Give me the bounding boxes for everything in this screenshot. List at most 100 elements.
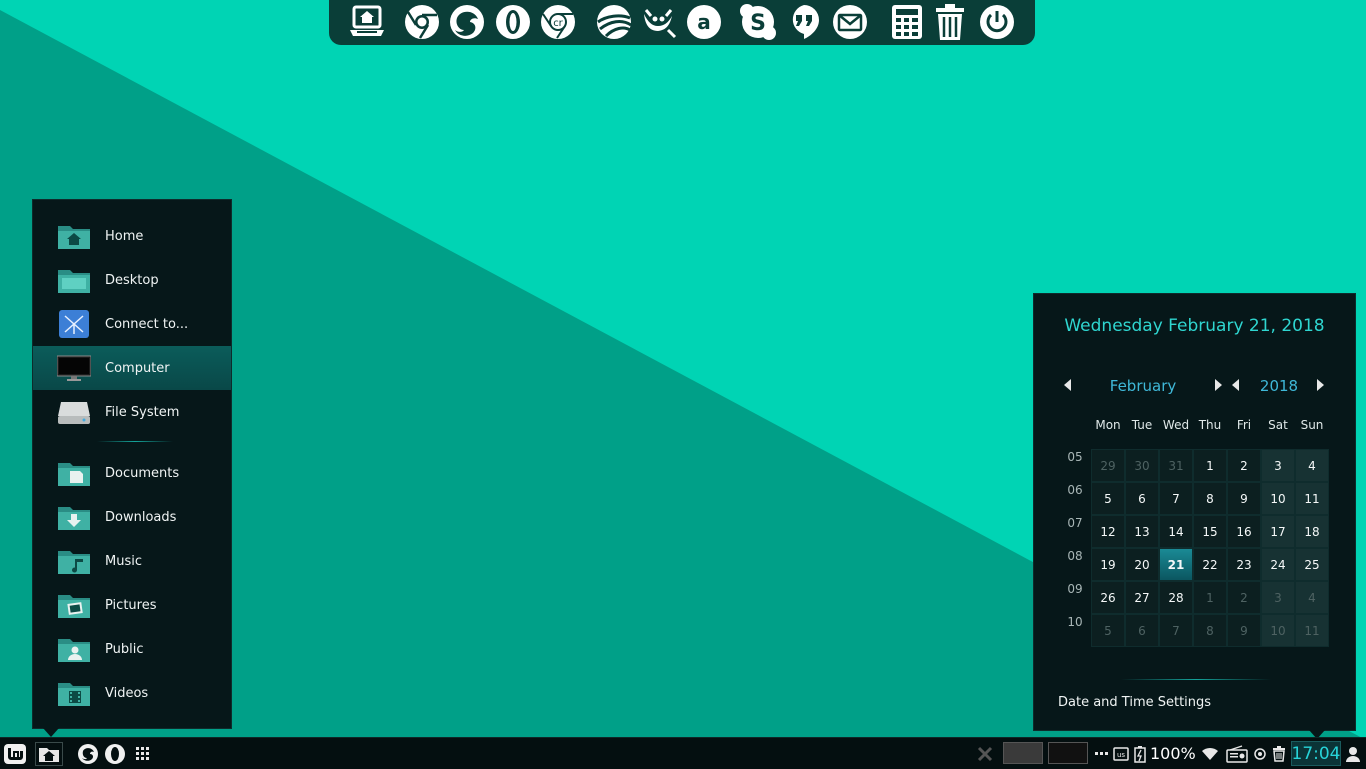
prev-month-button[interactable] xyxy=(1064,379,1071,391)
calendar-day[interactable]: 10 xyxy=(1261,614,1295,647)
place-connect-to[interactable]: Connect to... xyxy=(33,302,231,346)
firefox-icon[interactable] xyxy=(447,2,487,42)
calendar-day[interactable]: 7 xyxy=(1159,482,1193,515)
place-file-system[interactable]: File System xyxy=(33,390,231,434)
power-icon[interactable] xyxy=(977,2,1017,42)
calendar-day[interactable]: 25 xyxy=(1295,548,1329,581)
keyboard-icon[interactable]: us xyxy=(1113,742,1129,766)
calendar-day[interactable]: 27 xyxy=(1125,581,1159,614)
calendar-day[interactable]: 9 xyxy=(1227,482,1261,515)
calendar-day[interactable]: 2 xyxy=(1227,581,1261,614)
calendar-day[interactable]: 8 xyxy=(1193,482,1227,515)
next-year-button[interactable] xyxy=(1317,379,1324,391)
trash-icon[interactable] xyxy=(930,2,970,42)
places-menu: Home Desktop Connect to... Computer File… xyxy=(32,199,232,737)
calendar-day[interactable]: 4 xyxy=(1295,581,1329,614)
workspace-2[interactable] xyxy=(1048,742,1088,764)
calendar-day[interactable]: 5 xyxy=(1091,614,1125,647)
calendar-day[interactable]: 12 xyxy=(1091,515,1125,548)
day-name: Fri xyxy=(1236,418,1252,432)
place-desktop[interactable]: Desktop xyxy=(33,258,231,302)
calendar-day[interactable]: 18 xyxy=(1295,515,1329,548)
gimp-icon[interactable] xyxy=(638,2,678,42)
calendar-day[interactable]: 10 xyxy=(1261,482,1295,515)
calendar-day[interactable]: 26 xyxy=(1091,581,1125,614)
x-icon[interactable] xyxy=(976,742,994,766)
day-name: Mon xyxy=(1095,418,1121,432)
documents-folder-icon xyxy=(57,459,91,487)
skype-icon[interactable]: S xyxy=(738,2,778,42)
next-month-button[interactable] xyxy=(1215,379,1222,391)
calendar-day-today[interactable]: 21 xyxy=(1159,548,1193,581)
calendar-year: 2018 xyxy=(1259,377,1299,395)
calendar-day[interactable]: 28 xyxy=(1159,581,1193,614)
trash-icon[interactable] xyxy=(1271,742,1287,766)
pictures-folder-icon xyxy=(57,591,91,619)
place-downloads[interactable]: Downloads xyxy=(33,495,231,539)
calendar-day[interactable]: 11 xyxy=(1295,482,1329,515)
place-videos[interactable]: Videos xyxy=(33,671,231,715)
calendar-day[interactable]: 13 xyxy=(1125,515,1159,548)
opera-icon[interactable] xyxy=(103,742,127,766)
calendar-day[interactable]: 29 xyxy=(1091,449,1125,482)
calendar-day[interactable]: 15 xyxy=(1193,515,1227,548)
calendar-day[interactable]: 3 xyxy=(1261,581,1295,614)
calendar-day[interactable]: 6 xyxy=(1125,482,1159,515)
chrome-os-icon[interactable]: cr xyxy=(538,2,578,42)
panel-clock[interactable]: 17:04 xyxy=(1291,741,1341,766)
date-time-settings-link[interactable]: Date and Time Settings xyxy=(1058,695,1211,710)
user-icon[interactable] xyxy=(1344,742,1362,766)
app-dock: cr a S xyxy=(329,0,1035,45)
calendar-day[interactable]: 1 xyxy=(1193,449,1227,482)
place-home[interactable]: Home xyxy=(33,214,231,258)
place-music[interactable]: Music xyxy=(33,539,231,583)
place-label: Downloads xyxy=(105,509,177,525)
place-documents[interactable]: Documents xyxy=(33,451,231,495)
wifi-icon[interactable] xyxy=(1201,742,1219,766)
place-pictures[interactable]: Pictures xyxy=(33,583,231,627)
calendar-day[interactable]: 6 xyxy=(1125,614,1159,647)
calendar-day[interactable]: 9 xyxy=(1227,614,1261,647)
place-label: Videos xyxy=(105,685,149,701)
hangouts-icon[interactable] xyxy=(784,2,824,42)
calendar-day[interactable]: 30 xyxy=(1125,449,1159,482)
amazon-icon[interactable]: a xyxy=(684,2,724,42)
radio-icon[interactable] xyxy=(1225,742,1249,766)
calendar-day[interactable]: 19 xyxy=(1091,548,1125,581)
battery-icon[interactable] xyxy=(1131,742,1149,766)
calendar-day[interactable]: 5 xyxy=(1091,482,1125,515)
prev-year-button[interactable] xyxy=(1232,379,1239,391)
calculator-icon[interactable] xyxy=(887,2,927,42)
media-icon[interactable] xyxy=(1253,742,1267,766)
calendar-day[interactable]: 20 xyxy=(1125,548,1159,581)
calendar-day[interactable]: 14 xyxy=(1159,515,1193,548)
calendar-day[interactable]: 22 xyxy=(1193,548,1227,581)
calendar-day[interactable]: 11 xyxy=(1295,614,1329,647)
calendar-day[interactable]: 3 xyxy=(1261,449,1295,482)
home-laptop-icon[interactable] xyxy=(347,2,387,42)
place-computer[interactable]: Computer xyxy=(33,346,231,390)
chromium-icon[interactable] xyxy=(402,2,442,42)
mint-menu-icon[interactable] xyxy=(2,742,28,766)
calendar-day[interactable]: 4 xyxy=(1295,449,1329,482)
desktop-folder-icon xyxy=(57,266,91,294)
home-folder-icon[interactable] xyxy=(35,742,63,766)
calendar-day[interactable]: 17 xyxy=(1261,515,1295,548)
calendar-day[interactable]: 7 xyxy=(1159,614,1193,647)
calendar-day[interactable]: 24 xyxy=(1261,548,1295,581)
more-dots-icon[interactable] xyxy=(1094,742,1110,766)
mail-icon[interactable] xyxy=(830,2,870,42)
firefox-icon[interactable] xyxy=(76,742,100,766)
calendar-day[interactable]: 2 xyxy=(1227,449,1261,482)
calendar-day[interactable]: 1 xyxy=(1193,581,1227,614)
workspace-1[interactable] xyxy=(1003,742,1043,764)
opera-icon[interactable] xyxy=(493,2,533,42)
google-earth-icon[interactable] xyxy=(594,2,634,42)
svg-text:a: a xyxy=(697,10,711,34)
calendar-day[interactable]: 16 xyxy=(1227,515,1261,548)
app-grid-icon[interactable] xyxy=(135,742,151,766)
calendar-day[interactable]: 23 xyxy=(1227,548,1261,581)
calendar-day[interactable]: 31 xyxy=(1159,449,1193,482)
place-public[interactable]: Public xyxy=(33,627,231,671)
calendar-day[interactable]: 8 xyxy=(1193,614,1227,647)
